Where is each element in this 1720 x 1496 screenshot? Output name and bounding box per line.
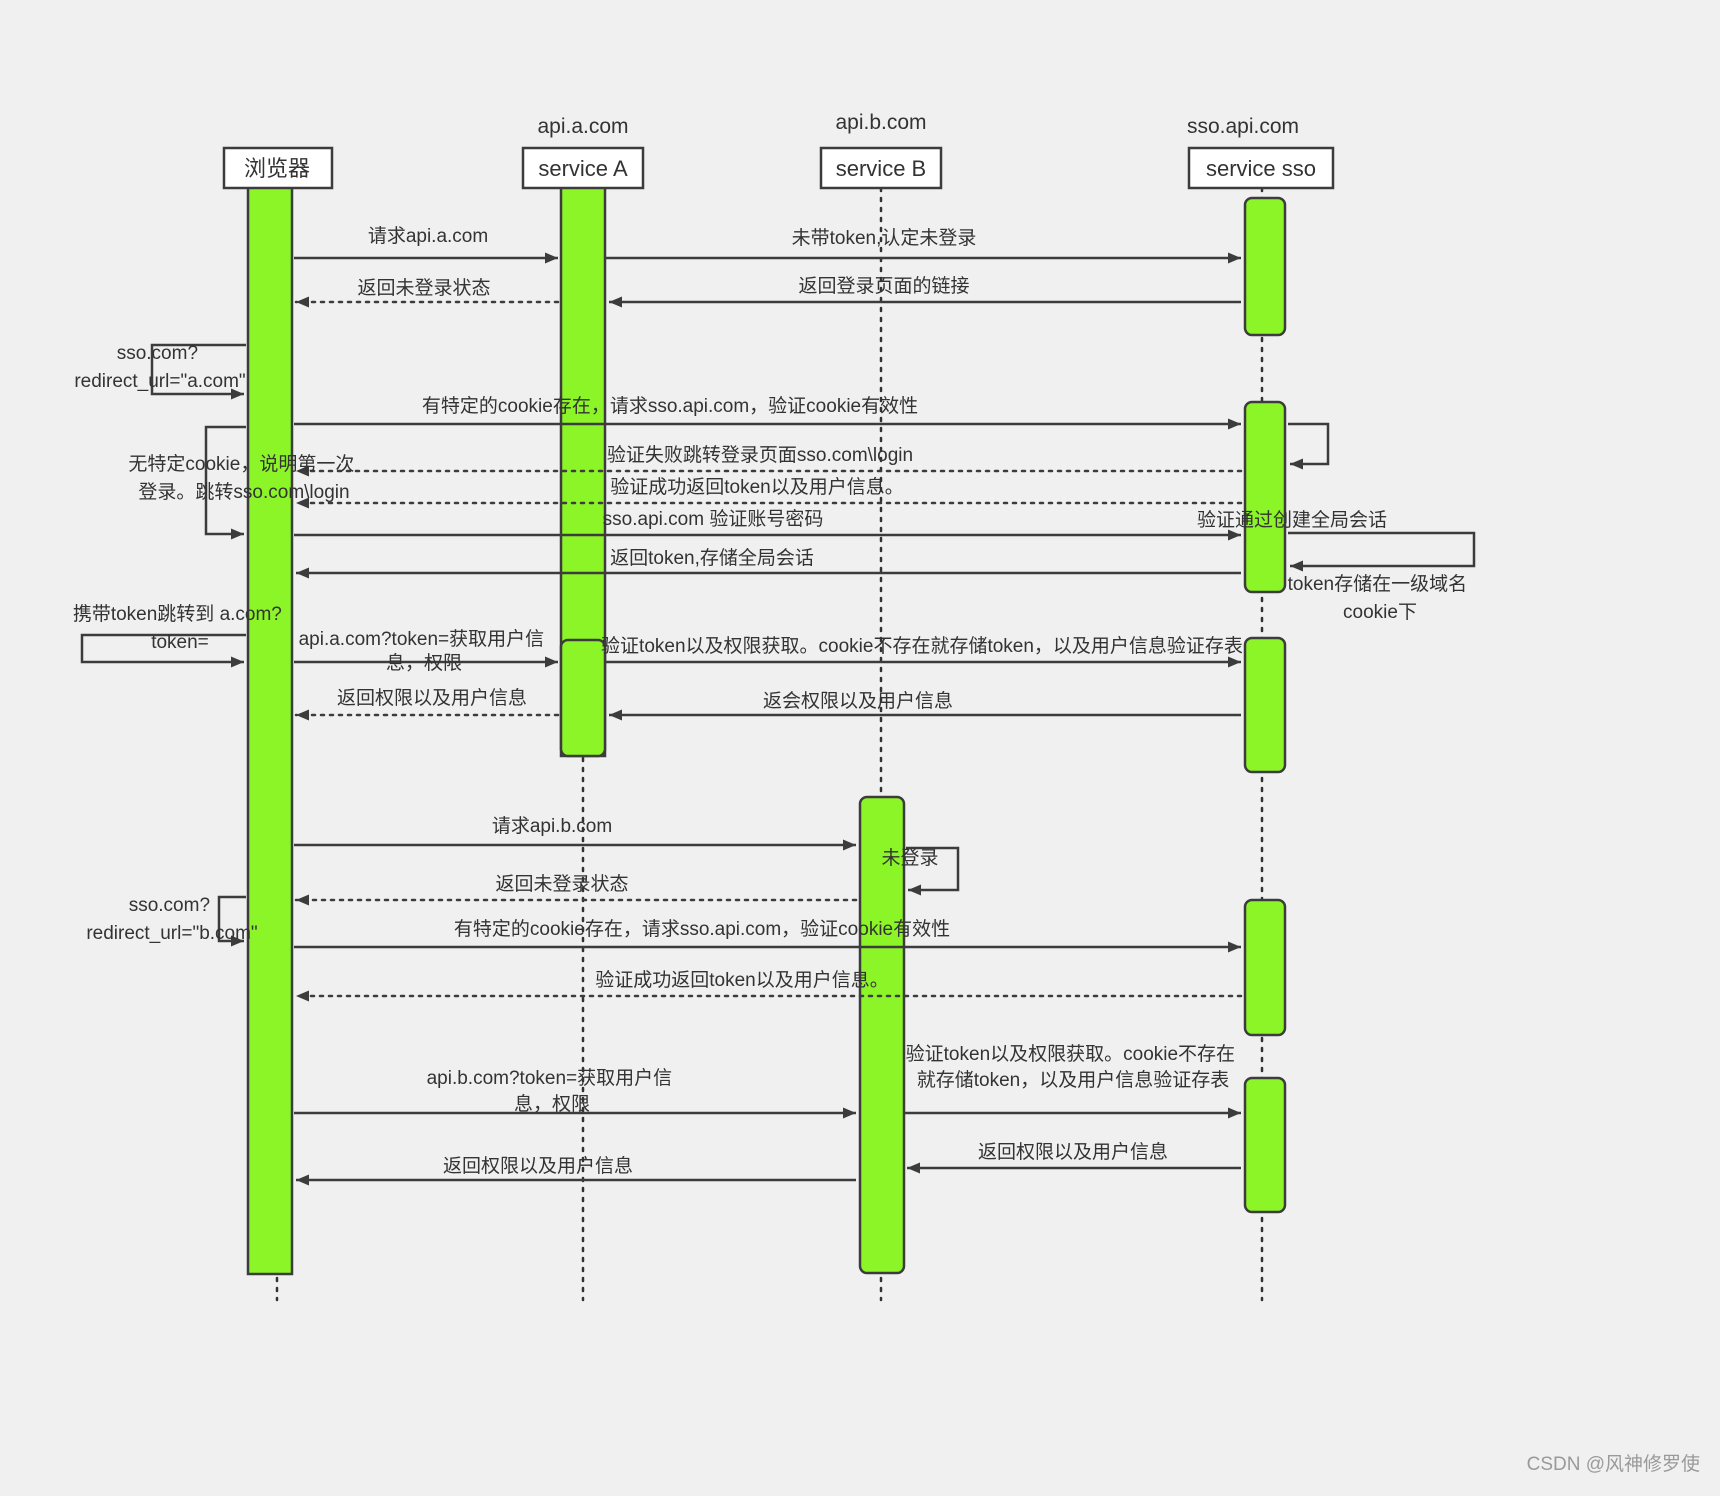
message-m4: 返回登录页面的链接 [609,275,1241,308]
message-m19-line2: 就存储token，以及用户信息验证存表 [917,1069,1229,1091]
message-m8: sso.api.com 验证账号密码 [294,508,1241,541]
self-message-s2-label: 无特定cookie，说明第一次 登录。跳转sso.com\login [128,453,359,503]
self-message-s3-line2: token= [151,632,209,653]
message-m1-label: 请求api.a.com [368,225,488,247]
participant-serviceB-domain: api.b.com [835,111,926,134]
message-m19-line1: 验证token以及权限获取。cookie不存在 [906,1043,1235,1065]
sequence-diagram-canvas: 浏览器 api.a.com service A api.b.com servic… [0,0,1720,1496]
activation-sso-3 [1243,636,1287,774]
message-m3-label: 返回未登录状态 [357,277,490,299]
participant-serviceSSO[interactable]: sso.api.com service sso [1187,115,1335,190]
message-m15-label: 返回未登录状态 [495,873,628,895]
activation-browser [246,184,294,1276]
message-m4-label: 返回登录页面的链接 [798,275,969,297]
message-m12: 返回权限以及用户信息 [294,687,560,721]
message-m10-line1: api.a.com?token=获取用户信 [299,628,545,650]
note-token-storage-line1: token存储在一级域名 [1288,573,1467,595]
message-m13-label: 返会权限以及用户信息 [763,690,953,712]
activation-sso-2 [1243,400,1287,594]
message-m5-label: 有特定的cookie存在，请求sso.api.com，验证cookie有效性 [422,395,918,417]
participant-serviceSSO-label: service sso [1206,156,1316,181]
message-m17-label: 验证成功返回token以及用户信息。 [595,969,888,991]
participant-browser[interactable]: 浏览器 [222,146,334,190]
message-m21-label: 返回权限以及用户信息 [978,1141,1168,1163]
message-m2: 未带token,认定未登录 [606,227,1241,264]
self-message-s2: 无特定cookie，说明第一次 登录。跳转sso.com\login [128,425,359,540]
note-token-storage-line2: cookie下 [1343,602,1417,623]
message-m20-label: 返回权限以及用户信息 [443,1155,633,1177]
message-m18-label: api.b.com?token=获取用户信 息，权限 [427,1067,678,1115]
diagram-svg: 浏览器 api.a.com service A api.b.com servic… [73,111,1700,1475]
message-m13: 返会权限以及用户信息 [609,690,1241,721]
self-message-s4-label: sso.com? redirect_url="b.com" [86,895,257,944]
activation-serviceA-2 [559,638,607,758]
message-m6-label: 验证失败跳转登录页面sso.com\login [607,444,913,466]
note-token-storage: token存储在一级域名 cookie下 [1288,573,1473,623]
message-m10: api.a.com?token=获取用户信 息，权限 [294,628,558,674]
message-m17: 验证成功返回token以及用户信息。 [294,969,1243,1002]
message-m7-label: 验证成功返回token以及用户信息。 [610,476,903,498]
self-message-s3-line1: 携带token跳转到 a.com? [73,603,282,625]
self-message-s1-line1: sso.com? [117,343,198,364]
self-message-s5: 验证通过创建全局会话 [1197,509,1476,572]
message-m9: 返回token,存储全局会话 [296,547,1241,579]
watermark-label: CSDN @风神修罗使 [1527,1453,1700,1475]
participant-serviceA[interactable]: api.a.com service A [521,115,645,190]
self-message-s1: sso.com? redirect_url="a.com" [74,343,246,400]
message-m16-label: 有特定的cookie存在，请求sso.api.com，验证cookie有效性 [454,918,950,940]
self-message-s1-line2: redirect_url="a.com" [74,371,245,392]
self-message-s2-line1: 无特定cookie，说明第一次 [128,453,354,475]
message-m18-line1: api.b.com?token=获取用户信 [427,1067,673,1089]
message-m14: 请求api.b.com [294,815,856,851]
activation-sso-4 [1243,898,1287,1037]
self-message-s1-label: sso.com? redirect_url="a.com" [74,343,245,392]
message-m18: api.b.com?token=获取用户信 息，权限 [294,1067,856,1119]
self-message-s6 [1288,422,1330,470]
message-m19: 验证token以及权限获取。cookie不存在 就存储token，以及用户信息验… [904,1043,1241,1119]
message-m7: 验证成功返回token以及用户信息。 [294,476,1243,509]
message-m11-label: 验证token以及权限获取。cookie不存在就存储token，以及用户信息验证… [601,635,1243,657]
message-m5: 有特定的cookie存在，请求sso.api.com，验证cookie有效性 [294,395,1241,430]
message-m10-label: api.a.com?token=获取用户信 息，权限 [299,628,550,674]
message-m10-line2: 息，权限 [386,652,462,674]
message-m19-label: 验证token以及权限获取。cookie不存在 就存储token，以及用户信息验… [906,1043,1241,1091]
participant-serviceA-label: service A [538,156,628,181]
message-m3: 返回未登录状态 [294,277,560,308]
message-m21: 返回权限以及用户信息 [907,1141,1241,1174]
participant-serviceB-label: service B [836,156,926,181]
message-m16: 有特定的cookie存在，请求sso.api.com，验证cookie有效性 [294,918,1241,953]
participant-serviceB[interactable]: api.b.com service B [819,111,943,190]
activation-sso-1 [1243,196,1287,337]
message-m12-label: 返回权限以及用户信息 [337,687,527,709]
message-m14-label: 请求api.b.com [492,815,612,837]
participant-serviceA-domain: api.a.com [537,115,628,138]
participant-serviceSSO-domain: sso.api.com [1187,115,1299,138]
self-message-s7-label: 未登录 [881,847,938,869]
self-message-s2-line2: 登录。跳转sso.com\login [138,481,349,503]
message-m1: 请求api.a.com [294,225,558,264]
note-token-storage-label: token存储在一级域名 cookie下 [1288,573,1473,623]
message-m15: 返回未登录状态 [294,873,858,906]
message-m2-label: 未带token,认定未登录 [792,227,977,249]
message-m18-line2: 息，权限 [514,1093,590,1115]
message-m20: 返回权限以及用户信息 [296,1155,856,1186]
message-m6: 验证失败跳转登录页面sso.com\login [294,444,1243,477]
message-m9-label: 返回token,存储全局会话 [610,547,814,569]
participant-browser-label: 浏览器 [244,156,310,181]
self-message-s4-line2: redirect_url="b.com" [86,923,257,944]
activation-sso-5 [1243,1076,1287,1214]
message-m11: 验证token以及权限获取。cookie不存在就存储token，以及用户信息验证… [601,635,1243,668]
self-message-s4-line1: sso.com? [129,895,210,916]
message-m8-label: sso.api.com 验证账号密码 [603,508,824,530]
self-message-s5-label: 验证通过创建全局会话 [1197,509,1387,531]
self-message-s4: sso.com? redirect_url="b.com" [86,895,258,947]
